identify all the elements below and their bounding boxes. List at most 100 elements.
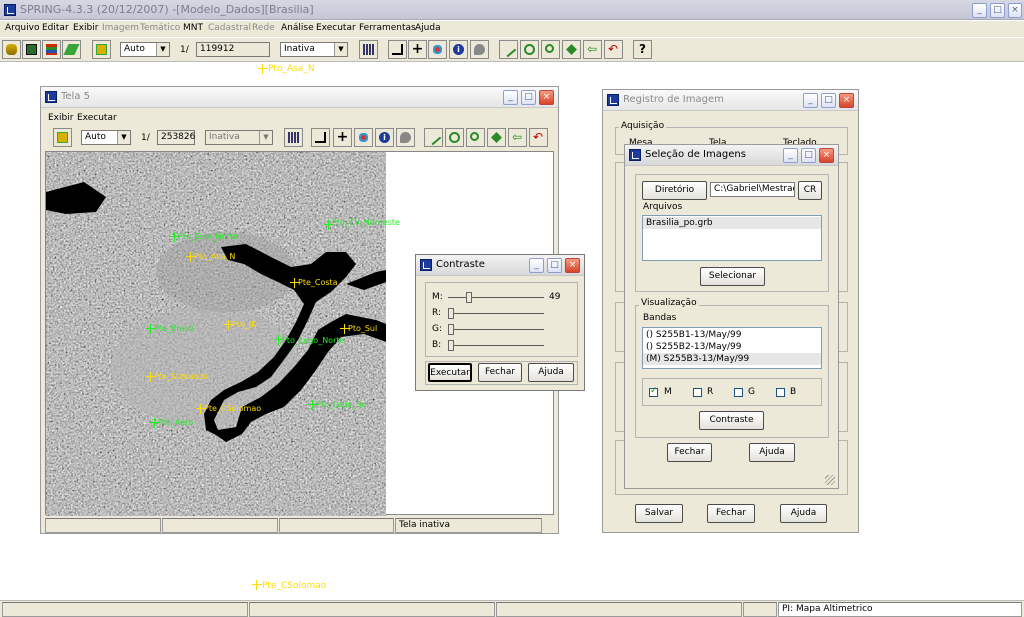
- histogram-icon[interactable]: [284, 128, 303, 147]
- list-item[interactable]: (M) S255B3-13/May/99: [643, 353, 821, 365]
- tela5-mode-select[interactable]: Auto ▼: [81, 130, 131, 145]
- r-slider[interactable]: [448, 313, 544, 314]
- check-g[interactable]: [734, 388, 743, 397]
- close-icon[interactable]: ×: [819, 148, 834, 163]
- check-r[interactable]: [693, 388, 702, 397]
- tela5-menu-exibir[interactable]: Exibir: [48, 113, 73, 123]
- menu-exibir[interactable]: Exibir: [73, 23, 98, 33]
- undo-icon[interactable]: ↶: [529, 128, 548, 147]
- query-icon[interactable]: [470, 40, 489, 59]
- menu-tematico[interactable]: Temático: [140, 23, 180, 33]
- zoom-fit-icon[interactable]: [562, 40, 581, 59]
- zoom-fit-icon[interactable]: [487, 128, 506, 147]
- menu-editar[interactable]: Editar: [42, 23, 69, 33]
- diretorio-button[interactable]: Diretório: [642, 181, 707, 200]
- menu-analise[interactable]: Análise: [281, 23, 314, 33]
- measure-icon[interactable]: [424, 128, 443, 147]
- g-slider-thumb[interactable]: [448, 324, 454, 335]
- query-icon[interactable]: [396, 128, 415, 147]
- list-item[interactable]: () S255B2-13/May/99: [643, 341, 821, 353]
- status-cell-1: [2, 602, 248, 617]
- back-arrow-icon[interactable]: ⇦: [508, 128, 527, 147]
- menu-executar[interactable]: Executar: [316, 23, 356, 33]
- scale-field[interactable]: 119912: [196, 42, 270, 57]
- help-icon[interactable]: ?: [633, 40, 652, 59]
- menu-rede[interactable]: Rede: [252, 23, 275, 33]
- info-icon[interactable]: i: [449, 40, 468, 59]
- minimize-icon[interactable]: _: [503, 90, 518, 105]
- minimize-icon[interactable]: _: [972, 3, 987, 18]
- minimize-icon[interactable]: _: [783, 148, 798, 163]
- contraste-button[interactable]: Contraste: [699, 411, 764, 430]
- app-title-bar: SPRING-4.3.3 (20/12/2007) -[Modelo_Dados…: [0, 0, 1024, 20]
- back-arrow-icon[interactable]: ⇦: [583, 40, 602, 59]
- pan-icon[interactable]: [354, 128, 373, 147]
- list-item[interactable]: Brasilia_po.grb: [643, 217, 821, 229]
- selecionar-button[interactable]: Selecionar: [700, 267, 765, 286]
- b-slider-thumb[interactable]: [448, 340, 454, 351]
- arquivos-list[interactable]: Brasilia_po.grb: [642, 215, 822, 261]
- contraste-ajuda-button[interactable]: Ajuda: [528, 363, 574, 382]
- salvar-button[interactable]: Salvar: [635, 504, 683, 523]
- directory-field[interactable]: C:\Gabriel\Mestrado\: [710, 182, 795, 197]
- menu-ferramentas[interactable]: Ferramentas: [359, 23, 416, 33]
- tela5-scale-field[interactable]: 253826: [157, 130, 195, 145]
- close-icon[interactable]: ×: [839, 93, 854, 108]
- display-icon[interactable]: [92, 40, 111, 59]
- zoom-out-icon[interactable]: [541, 40, 560, 59]
- selecao-ajuda-button[interactable]: Ajuda: [749, 443, 795, 462]
- zoom-out-icon[interactable]: [466, 128, 485, 147]
- pan-icon[interactable]: [428, 40, 447, 59]
- maximize-icon[interactable]: □: [821, 93, 836, 108]
- registro-fechar-button[interactable]: Fechar: [707, 504, 755, 523]
- measure-icon[interactable]: [499, 40, 518, 59]
- display-icon[interactable]: [53, 128, 72, 147]
- zoom-area-icon[interactable]: [388, 40, 407, 59]
- menu-mnt[interactable]: MNT: [183, 23, 203, 33]
- draw-icon[interactable]: [62, 40, 81, 59]
- contraste-fechar-button[interactable]: Fechar: [478, 363, 522, 382]
- resize-grip-icon[interactable]: [825, 475, 835, 485]
- cr-button[interactable]: CR: [798, 181, 822, 200]
- bandas-list[interactable]: () S255B1-13/May/99 () S255B2-13/May/99 …: [642, 327, 822, 369]
- selecao-fechar-button[interactable]: Fechar: [667, 443, 712, 462]
- project-icon[interactable]: [22, 40, 41, 59]
- cursor-icon[interactable]: +: [333, 128, 352, 147]
- status-select[interactable]: Inativa ▼: [280, 42, 348, 57]
- g-slider[interactable]: [448, 329, 544, 330]
- histogram-icon[interactable]: [359, 40, 378, 59]
- maximize-icon[interactable]: □: [990, 3, 1005, 18]
- r-slider-thumb[interactable]: [448, 308, 454, 319]
- b-slider[interactable]: [448, 345, 544, 346]
- maximize-icon[interactable]: □: [521, 90, 536, 105]
- maximize-icon[interactable]: □: [801, 148, 816, 163]
- zoom-in-icon[interactable]: [520, 40, 539, 59]
- minimize-icon[interactable]: _: [803, 93, 818, 108]
- close-icon[interactable]: ×: [539, 90, 554, 105]
- menu-cadastral[interactable]: Cadastral: [208, 23, 251, 33]
- menu-imagem[interactable]: Imagem: [102, 23, 139, 33]
- tela5-status-select[interactable]: Inativa ▼: [205, 130, 273, 145]
- list-item[interactable]: () S255B1-13/May/99: [643, 329, 821, 341]
- check-b[interactable]: [776, 388, 785, 397]
- close-icon[interactable]: ×: [565, 258, 580, 273]
- close-icon[interactable]: ×: [1008, 3, 1022, 18]
- zoom-in-icon[interactable]: [445, 128, 464, 147]
- menu-arquivo[interactable]: Arquivo: [5, 23, 39, 33]
- m-slider[interactable]: [448, 297, 544, 298]
- database-icon[interactable]: [2, 40, 21, 59]
- minimize-icon[interactable]: _: [529, 258, 544, 273]
- executar-button[interactable]: Executar: [428, 363, 472, 382]
- info-icon[interactable]: i: [375, 128, 394, 147]
- m-slider-thumb[interactable]: [466, 292, 472, 303]
- check-m[interactable]: ✓: [649, 386, 658, 397]
- registro-ajuda-button[interactable]: Ajuda: [780, 504, 827, 523]
- tela5-menu-executar[interactable]: Executar: [77, 113, 117, 123]
- undo-icon[interactable]: ↶: [604, 40, 623, 59]
- cursor-icon[interactable]: +: [408, 40, 427, 59]
- maximize-icon[interactable]: □: [547, 258, 562, 273]
- layers-icon[interactable]: [42, 40, 61, 59]
- mode-select[interactable]: Auto ▼: [120, 42, 170, 57]
- zoom-area-icon[interactable]: [311, 128, 330, 147]
- menu-ajuda[interactable]: Ajuda: [415, 23, 441, 33]
